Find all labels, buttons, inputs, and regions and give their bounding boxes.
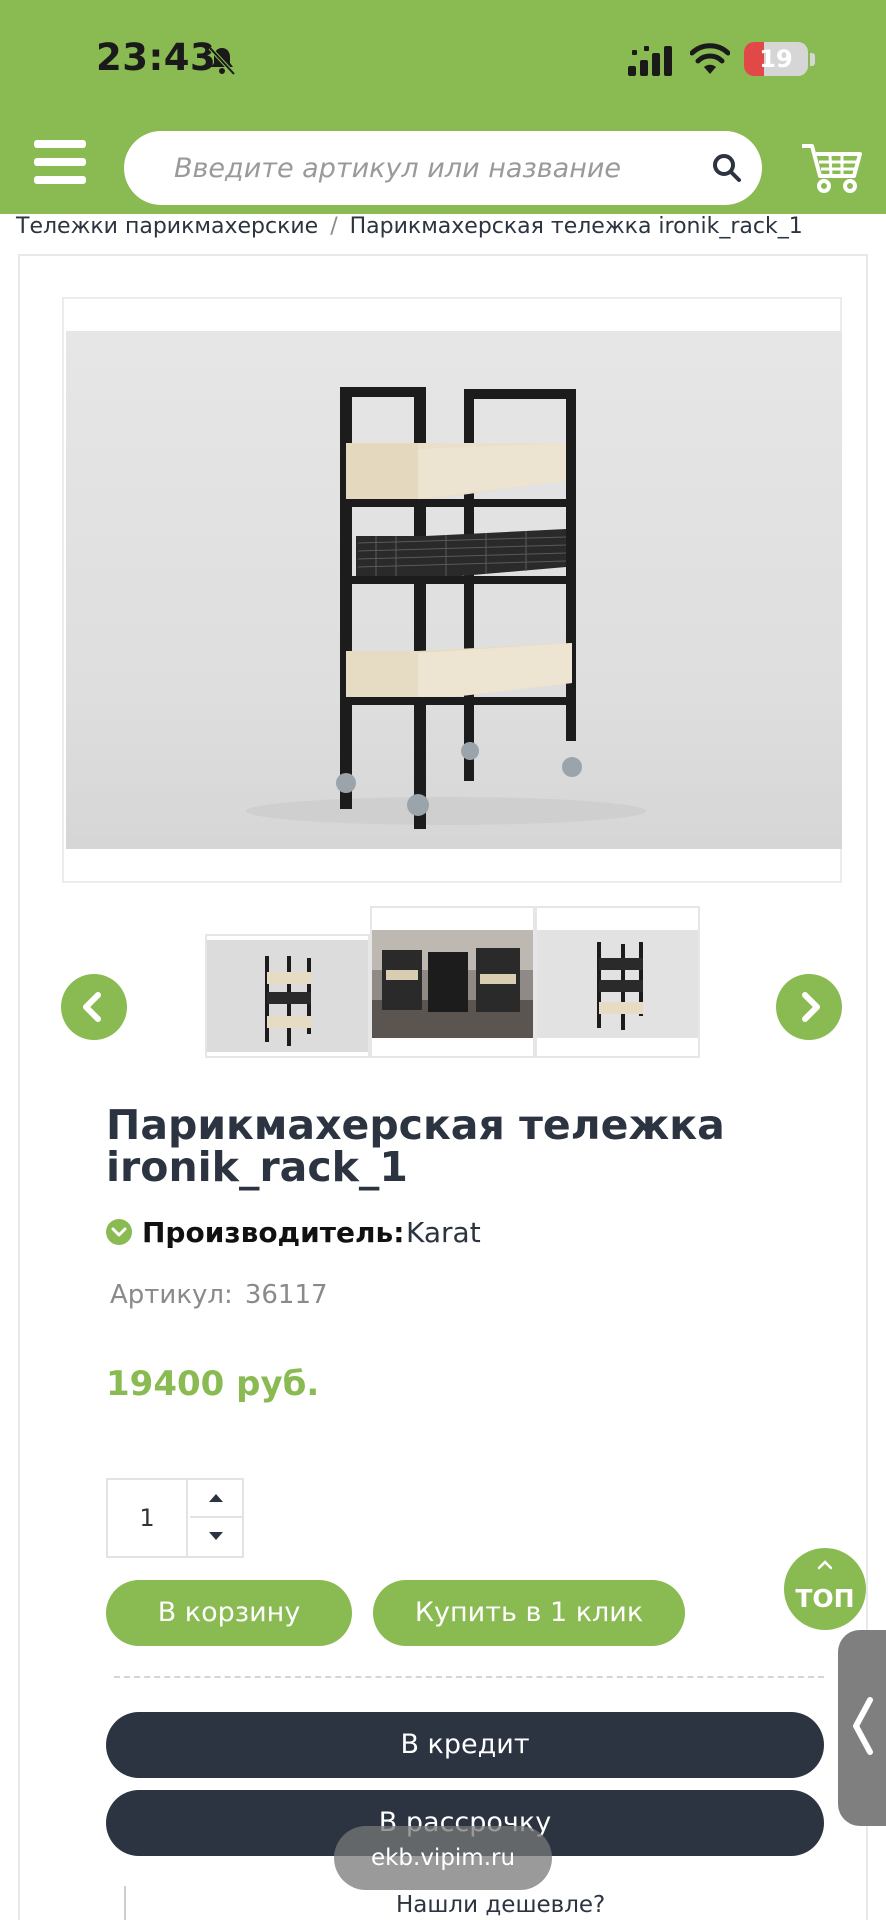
chevron-right-icon [802, 992, 820, 1022]
signal-icon [628, 46, 672, 76]
sku-row: Артикул: 36117 [110, 1280, 328, 1310]
buy-one-click-button[interactable]: Купить в 1 клик [373, 1580, 685, 1646]
manufacturer-value: Karat [406, 1216, 481, 1249]
breadcrumb-category-link[interactable]: Тележки парикмахерские [16, 214, 318, 239]
search-input[interactable] [174, 131, 694, 205]
battery-icon: 19 [744, 42, 808, 76]
quantity-increase-button[interactable] [190, 1480, 242, 1518]
search-box [124, 131, 762, 205]
hair-trolley-photo [246, 387, 646, 829]
status-time: 23:43 [96, 36, 217, 79]
gallery-next-button[interactable] [776, 974, 842, 1040]
found-cheaper-link[interactable]: Нашли дешевле? [396, 1892, 605, 1918]
browser-url-bar[interactable]: ekb.vipim.ru [334, 1826, 552, 1890]
gallery-prev-button[interactable] [61, 974, 127, 1040]
gallery-thumb-3[interactable] [535, 906, 700, 1058]
add-to-cart-button[interactable]: В корзину [106, 1580, 352, 1646]
scroll-top-label: ТОП [795, 1584, 855, 1613]
divider [114, 1676, 824, 1678]
wifi-icon [690, 43, 730, 74]
sku-label: Артикул: [110, 1280, 233, 1310]
product-main-image[interactable] [62, 297, 842, 883]
caret-down-icon [209, 1532, 223, 1540]
product-title: Парикмахерская тележка ironik_rack_1 [106, 1101, 725, 1191]
bell-slash-icon [208, 46, 236, 76]
quantity-decrease-button[interactable] [190, 1518, 242, 1556]
gallery-thumb-2[interactable] [370, 906, 535, 1058]
chevron-left-icon [83, 992, 101, 1022]
hamburger-menu-icon[interactable] [34, 140, 86, 184]
app-header: 23:43 19 [0, 0, 886, 214]
search-icon[interactable] [710, 151, 744, 185]
check-icon [106, 1219, 132, 1245]
breadcrumb-current: Парикмахерская тележка ironik_rack_1 [349, 214, 803, 239]
scroll-top-button[interactable]: ТОП [784, 1548, 866, 1630]
quantity-field[interactable]: 1 [108, 1480, 188, 1556]
breadcrumb-separator: / [330, 214, 338, 239]
battery-level: 19 [759, 45, 793, 73]
chevron-left-icon [853, 1697, 873, 1755]
chevron-up-icon [817, 1560, 833, 1570]
gallery-thumb-1[interactable] [205, 934, 370, 1058]
breadcrumb: Тележки парикмахерские / Парикмахерская те… [16, 214, 803, 246]
cart-icon[interactable] [800, 140, 862, 196]
manufacturer-label: Производитель: [142, 1216, 405, 1249]
caret-up-icon [209, 1494, 223, 1502]
side-panel-tab[interactable] [838, 1630, 886, 1826]
sku-value: 36117 [244, 1280, 328, 1310]
quantity-stepper: 1 [106, 1478, 244, 1558]
credit-button[interactable]: В кредит [106, 1712, 824, 1778]
product-price: 19400 руб. [106, 1364, 320, 1404]
